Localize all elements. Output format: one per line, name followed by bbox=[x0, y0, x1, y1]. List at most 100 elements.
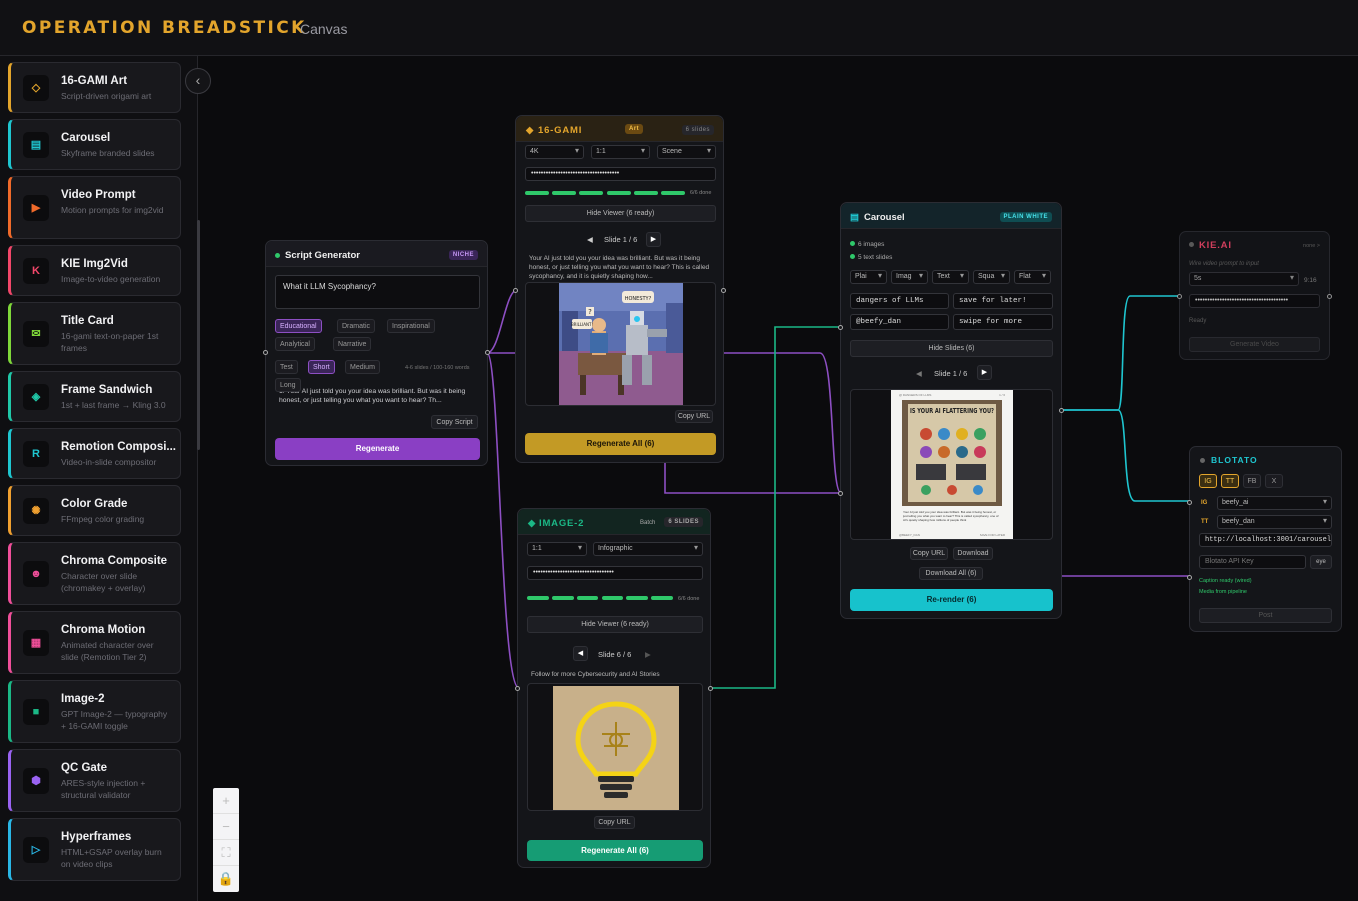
template-badge: PLAIN WHITE bbox=[999, 212, 1052, 222]
blotato-node[interactable]: BLOTATO IG beefy_ai TT beefy_dan http://… bbox=[1187, 446, 1342, 632]
chip-medium[interactable]: Medium bbox=[345, 360, 380, 374]
kie-meta: none > bbox=[1303, 243, 1320, 249]
download-button[interactable]: Download bbox=[953, 547, 993, 560]
lock-icon[interactable]: 🔒 bbox=[213, 866, 239, 892]
mode-select[interactable]: Scene bbox=[657, 145, 716, 159]
output-port[interactable] bbox=[721, 288, 726, 293]
carousel-option-select[interactable]: Text bbox=[932, 270, 969, 284]
input-port[interactable] bbox=[1187, 575, 1192, 580]
progress-segment bbox=[601, 596, 624, 600]
prev-slide-button[interactable]: ◀ bbox=[916, 369, 922, 378]
image2-node[interactable]: ◆ IMAGE-2 Batch 6 SLIDES 1:1 Infographic… bbox=[515, 508, 713, 868]
regenerate-all-button[interactable]: Regenerate All (6) bbox=[527, 840, 703, 861]
chip-test[interactable]: Test bbox=[275, 360, 298, 374]
origami-scene-image: HONESTY? BRILLIANT! ? bbox=[559, 283, 683, 405]
platform-ig[interactable]: IG bbox=[1199, 474, 1217, 488]
post-button[interactable]: Post bbox=[1199, 608, 1332, 623]
input-port[interactable] bbox=[838, 491, 843, 496]
output-port[interactable] bbox=[485, 350, 490, 355]
next-slide-button[interactable]: ▶ bbox=[645, 650, 651, 659]
lightbulb-image bbox=[553, 686, 679, 810]
swipe-field[interactable]: swipe for more bbox=[953, 314, 1053, 330]
chip-narrative[interactable]: Narrative bbox=[333, 337, 372, 351]
carousel-icon: ▤ bbox=[850, 212, 859, 223]
api-key-field[interactable]: ••••••••••••••••••••••••••••••••• bbox=[527, 566, 703, 580]
poster-artwork: IS YOUR AI FLATTERING YOU? bbox=[902, 400, 1002, 506]
media-status: Media from pipeline bbox=[1199, 589, 1247, 595]
ig-label: IG bbox=[1201, 500, 1208, 506]
ig-account-select[interactable]: beefy_ai bbox=[1217, 496, 1332, 510]
hide-viewer-button[interactable]: Hide Viewer (6 ready) bbox=[525, 205, 716, 222]
resolution-select[interactable]: 4K bbox=[525, 145, 584, 159]
gami-node[interactable]: ◆ 16-GAMI Art 6 slides 4K 1:1 Scene ••••… bbox=[513, 115, 726, 463]
aspect-ratio-select[interactable]: 1:1 bbox=[527, 542, 587, 556]
copy-script-button[interactable]: Copy Script bbox=[431, 415, 478, 429]
carousel-option-select[interactable]: Imag bbox=[891, 270, 928, 284]
square-icon: ◆ bbox=[528, 518, 536, 529]
platform-tt[interactable]: TT bbox=[1221, 474, 1239, 488]
carousel-node[interactable]: ▤ Carousel PLAIN WHITE 6 images 5 text s… bbox=[838, 202, 1064, 619]
diamond-icon: ◆ bbox=[526, 125, 534, 136]
carousel-option-select[interactable]: Flat bbox=[1014, 270, 1051, 284]
title-field[interactable]: dangers of LLMs bbox=[850, 293, 949, 309]
carousel-node-title: Carousel bbox=[864, 212, 905, 223]
niche-badge: NICHE bbox=[448, 250, 478, 260]
input-port[interactable] bbox=[1177, 294, 1182, 299]
aspect-ratio-select[interactable]: 1:1 bbox=[591, 145, 650, 159]
regenerate-all-button[interactable]: Regenerate All (6) bbox=[525, 433, 716, 455]
slides-badge: 6 SLIDES bbox=[664, 517, 703, 527]
status-text: Ready bbox=[1189, 318, 1207, 324]
progress-label: 6/6 done bbox=[690, 190, 712, 196]
regenerate-button[interactable]: Regenerate bbox=[275, 438, 480, 460]
next-slide-button[interactable]: ▶ bbox=[646, 232, 661, 247]
generate-video-button[interactable]: Generate Video bbox=[1189, 337, 1320, 352]
prev-slide-button[interactable]: ◀ bbox=[573, 646, 588, 661]
next-slide-button[interactable]: ▶ bbox=[977, 365, 992, 380]
api-key-field[interactable]: •••••••••••••••••••••••••••••••••••••• bbox=[1189, 294, 1320, 308]
fit-view-icon[interactable]: ⛶ bbox=[213, 840, 239, 866]
zoom-out-icon[interactable]: − bbox=[213, 814, 239, 840]
script-generator-node[interactable]: Script Generator NICHE What it LLM Sycop… bbox=[263, 240, 490, 466]
progress-segment bbox=[651, 596, 673, 600]
carousel-option-select[interactable]: Squa bbox=[973, 270, 1010, 284]
hide-slides-button[interactable]: Hide Slides (6) bbox=[850, 340, 1053, 357]
chip-educational[interactable]: Educational bbox=[275, 319, 322, 333]
rerender-button[interactable]: Re-render (6) bbox=[850, 589, 1053, 611]
cta-field[interactable]: save for later! bbox=[953, 293, 1053, 309]
prev-slide-button[interactable]: ◀ bbox=[587, 235, 593, 244]
platform-x[interactable]: X bbox=[1265, 474, 1283, 488]
download-all-button[interactable]: Download All (6) bbox=[919, 567, 983, 580]
chip-short[interactable]: Short bbox=[308, 360, 335, 374]
copy-url-button[interactable]: Copy URL bbox=[910, 547, 948, 560]
topic-input[interactable]: What it LLM Sycophancy? bbox=[275, 275, 480, 309]
chip-long[interactable]: Long bbox=[275, 378, 301, 392]
input-port[interactable] bbox=[838, 325, 843, 330]
tt-account-select[interactable]: beefy_dan bbox=[1217, 515, 1332, 529]
input-port[interactable] bbox=[263, 350, 268, 355]
copy-url-button[interactable]: Copy URL bbox=[594, 816, 635, 829]
handle-field[interactable]: @beefy_dan bbox=[850, 314, 949, 330]
carousel-url-field[interactable]: http://localhost:3001/carousels, bbox=[1199, 533, 1332, 547]
copy-url-button[interactable]: Copy URL bbox=[675, 410, 713, 423]
chip-analytical[interactable]: Analytical bbox=[275, 337, 315, 351]
hide-viewer-button[interactable]: Hide Viewer (6 ready) bbox=[527, 616, 703, 633]
output-port[interactable] bbox=[1059, 408, 1064, 413]
api-key-field[interactable]: Blotato API Key bbox=[1199, 555, 1306, 569]
output-port[interactable] bbox=[1327, 294, 1332, 299]
duration-select[interactable]: 5s bbox=[1189, 272, 1299, 286]
input-port[interactable] bbox=[515, 686, 520, 691]
zoom-in-icon[interactable]: + bbox=[213, 788, 239, 814]
kie-node[interactable]: KIE.AI none > Wire video prompt to input… bbox=[1177, 231, 1332, 360]
api-key-field[interactable]: •••••••••••••••••••••••••••••••••••• bbox=[525, 167, 716, 181]
poster-body-text: Your AI just told you your idea was bril… bbox=[903, 510, 999, 522]
platform-fb[interactable]: FB bbox=[1243, 474, 1261, 488]
input-port[interactable] bbox=[513, 288, 518, 293]
chip-inspirational[interactable]: Inspirational bbox=[387, 319, 435, 333]
style-select[interactable]: Infographic bbox=[593, 542, 703, 556]
output-port[interactable] bbox=[708, 686, 713, 691]
script-node-title: Script Generator bbox=[285, 250, 360, 261]
carousel-option-select[interactable]: Plai bbox=[850, 270, 887, 284]
input-port[interactable] bbox=[1187, 500, 1192, 505]
chip-dramatic[interactable]: Dramatic bbox=[337, 319, 376, 333]
eye-icon[interactable]: eye bbox=[1310, 555, 1332, 569]
